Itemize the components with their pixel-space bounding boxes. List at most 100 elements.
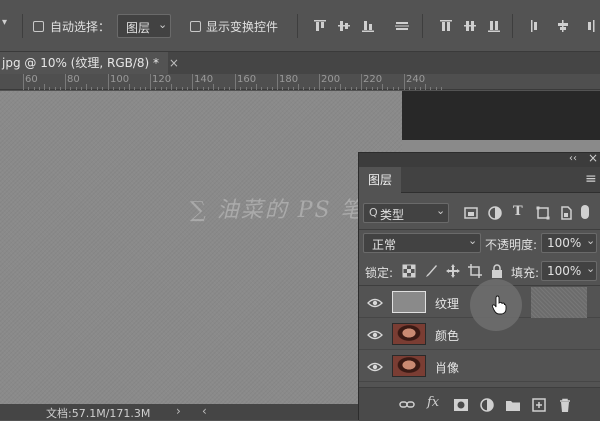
layer-name[interactable]: 纹理 — [435, 295, 459, 312]
ruler-minor-tick — [314, 87, 315, 90]
ruler-minor-tick — [420, 87, 421, 90]
new-adjustment-layer-icon[interactable] — [479, 397, 495, 413]
lock-transparent-pixels-icon[interactable] — [401, 263, 417, 279]
distribute-top-icon[interactable] — [439, 19, 453, 33]
ruler-minor-tick — [409, 87, 410, 90]
ruler-label: 60 — [25, 74, 38, 85]
opacity-value: 100% — [547, 236, 582, 250]
auto-select-checkbox[interactable] — [33, 21, 44, 32]
document-tab[interactable]: jpg @ 10% (纹理, RGB/8) * × — [0, 52, 179, 74]
ruler-minor-tick — [76, 87, 77, 90]
distribute-bottom-icon[interactable] — [487, 19, 501, 33]
align-bottom-edges-icon[interactable] — [361, 19, 375, 33]
ruler-minor-tick — [155, 87, 156, 90]
ruler-minor-tick — [382, 84, 383, 90]
layers-panel: ‹‹ × 图层 ≡ Q 类型 ⌄ T 正常 ⌄ 不透明度: 100% ⌄ 锁定:… — [358, 151, 600, 421]
ruler-minor-tick — [441, 87, 442, 90]
ruler-minor-tick — [70, 87, 71, 90]
layer-style-fx-icon[interactable]: fx — [427, 395, 439, 410]
visibility-eye-icon[interactable] — [367, 295, 383, 311]
visibility-eye-icon[interactable] — [367, 359, 383, 375]
layer-name[interactable]: 颜色 — [435, 327, 459, 344]
filter-kind-dropdown[interactable]: Q 类型 ⌄ — [363, 203, 449, 223]
distribute-horizontal-centers-icon[interactable] — [556, 19, 570, 33]
ruler-tick — [361, 74, 362, 90]
opacity-label: 不透明度: — [485, 238, 538, 252]
distribute-left-icon[interactable] — [530, 19, 544, 33]
show-transform-label: 显示变换控件 — [206, 20, 279, 34]
ruler-minor-tick — [97, 87, 98, 90]
ruler-label: 100 — [110, 74, 130, 85]
blend-mode-dropdown[interactable]: 正常 ⌄ — [363, 233, 481, 253]
new-layer-icon[interactable] — [531, 397, 547, 413]
layer-row-color[interactable]: 颜色 — [359, 319, 600, 350]
close-panel-icon[interactable]: × — [588, 151, 598, 165]
lock-all-icon[interactable] — [489, 263, 505, 279]
chevron-down-icon: ⌄ — [586, 262, 596, 275]
visibility-eye-icon[interactable] — [367, 327, 383, 343]
link-layers-icon[interactable] — [399, 397, 415, 413]
layer-name[interactable]: 肖像 — [435, 359, 459, 376]
layer-row-texture[interactable]: 纹理 — [359, 279, 600, 331]
canvas[interactable] — [0, 91, 402, 404]
ruler-minor-tick — [267, 87, 268, 90]
scroll-left-icon[interactable]: ‹ — [202, 404, 207, 418]
auto-select-label: 自动选择： — [50, 20, 111, 34]
align-vertical-centers-icon[interactable] — [337, 19, 351, 33]
chevron-right-icon[interactable]: › — [176, 404, 181, 418]
ruler-minor-tick — [113, 87, 114, 90]
distribute-right-icon[interactable] — [582, 19, 596, 33]
ruler-minor-tick — [330, 87, 331, 90]
add-mask-icon[interactable] — [453, 397, 469, 413]
panel-menu-icon[interactable]: ≡ — [585, 171, 597, 187]
close-icon[interactable]: × — [169, 56, 179, 70]
blend-mode-value: 正常 — [372, 238, 397, 252]
filter-adjustment-icon[interactable] — [487, 205, 503, 221]
collapse-panel-icon[interactable]: ‹‹ — [569, 153, 577, 164]
tool-preset-chevron-icon[interactable]: ▾ — [2, 17, 12, 35]
lock-position-icon[interactable] — [445, 263, 461, 279]
opacity-field[interactable]: 100% ⌄ — [541, 233, 597, 253]
divider — [512, 14, 513, 38]
chevron-down-icon: ⌄ — [586, 234, 596, 247]
lock-artboard-icon[interactable] — [467, 263, 483, 279]
show-transform-checkbox[interactable] — [190, 21, 201, 32]
layer-thumbnail — [392, 323, 426, 345]
lock-image-pixels-icon[interactable] — [423, 263, 439, 279]
ruler-minor-tick — [213, 84, 214, 90]
layer-row-portrait[interactable]: 肖像 — [359, 351, 600, 382]
horizontal-ruler: 60 80 100 120 140 160 180 200 220 240 — [0, 74, 600, 90]
ruler-minor-tick — [335, 87, 336, 90]
pasteboard — [402, 91, 600, 140]
chevron-down-icon: ⌄ — [468, 234, 478, 247]
new-group-folder-icon[interactable] — [505, 397, 521, 413]
delete-layer-trash-icon[interactable] — [557, 397, 573, 413]
options-bar: ▾ 自动选择： 图层 ⌄ 显示变换控件 — [0, 0, 600, 52]
ruler-minor-tick — [49, 87, 50, 90]
tab-layers[interactable]: 图层 — [359, 167, 401, 193]
filter-smart-object-icon[interactable] — [558, 205, 574, 221]
ruler-tick — [23, 74, 24, 90]
ruler-minor-tick — [81, 87, 82, 90]
ruler-minor-tick — [324, 87, 325, 90]
distribute-vertical-centers-icon[interactable] — [463, 19, 477, 33]
align-left-edges-icon[interactable] — [395, 19, 409, 33]
ruler-minor-tick — [140, 87, 141, 90]
ruler-minor-tick — [246, 87, 247, 90]
filter-shape-icon[interactable] — [535, 205, 551, 221]
ruler-tick — [108, 74, 109, 90]
ruler-minor-tick — [272, 87, 273, 90]
auto-select-target-dropdown[interactable]: 图层 ⌄ — [117, 14, 171, 38]
align-top-edges-icon[interactable] — [313, 19, 327, 33]
document-tab-title: jpg @ 10% (纹理, RGB/8) * — [2, 56, 160, 70]
ruler-minor-tick — [256, 84, 257, 90]
ruler-minor-tick — [229, 87, 230, 90]
ruler-label: 240 — [406, 74, 426, 85]
ruler-minor-tick — [39, 87, 40, 90]
filter-toggle-icon[interactable] — [581, 205, 589, 219]
fill-field[interactable]: 100% ⌄ — [541, 261, 597, 281]
ruler-minor-tick — [134, 87, 135, 90]
ruler-minor-tick — [28, 87, 29, 90]
filter-pixel-icon[interactable] — [463, 205, 479, 221]
filter-type-icon[interactable]: T — [513, 204, 523, 219]
